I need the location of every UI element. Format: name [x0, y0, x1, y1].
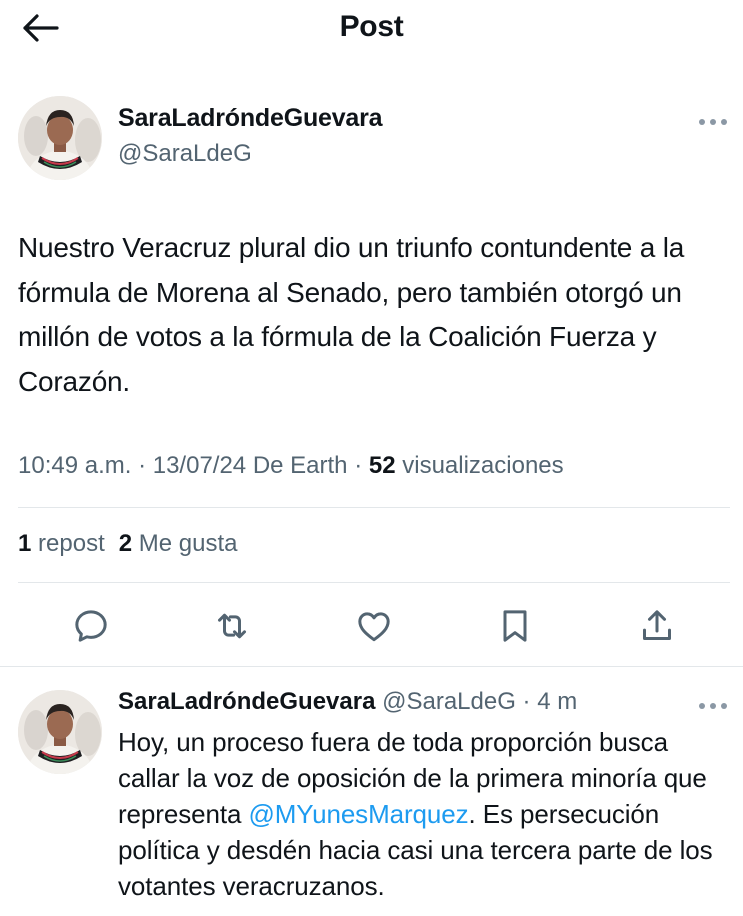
heart-icon — [358, 612, 390, 642]
reposts-label: repost — [31, 530, 105, 557]
likes-count: 2 — [118, 530, 133, 557]
reply-author-name[interactable]: SaraLadróndeGuevara — [118, 688, 375, 715]
post-text: Nuestro Veracruz plural dio un triunfo c… — [18, 232, 685, 397]
repost-button[interactable] — [210, 604, 254, 648]
action-bar — [0, 596, 743, 656]
reply-avatar[interactable] — [18, 690, 102, 774]
divider — [18, 507, 730, 508]
bookmark-button[interactable] — [493, 604, 537, 648]
views-label: visualizaciones — [395, 452, 564, 479]
avatar[interactable] — [18, 96, 102, 180]
divider — [0, 666, 743, 667]
post-meta: 10:49 a.m. · 13/07/24 De Earth · 52 visu… — [18, 452, 564, 480]
page-title: Post — [339, 10, 404, 43]
post-timestamp[interactable]: 10:49 a.m. · 13/07/24 De Earth · — [18, 452, 369, 479]
likes-stat[interactable]: 2 Me gusta — [119, 530, 238, 557]
reply-header: SaraLadróndeGuevara @SaraLdeG · 4 m — [118, 688, 577, 716]
divider — [18, 582, 730, 583]
reply-more-options-button[interactable] — [696, 696, 730, 716]
more-options-button[interactable] — [696, 112, 730, 132]
views-count: 52 — [368, 452, 396, 479]
bookmark-icon — [503, 610, 527, 642]
reply-button[interactable] — [69, 604, 113, 648]
engagement-stats: 1 repost 2 Me gusta — [18, 530, 251, 558]
reply-text: Hoy, un proceso fuera de toda proporción… — [118, 724, 733, 904]
reply-icon — [75, 610, 107, 642]
share-button[interactable] — [635, 604, 679, 648]
like-button[interactable] — [352, 604, 396, 648]
mention-link[interactable]: @MYunesMarquez — [248, 799, 468, 829]
more-horizontal-icon — [699, 703, 727, 709]
reposts-stat[interactable]: 1 repost — [18, 530, 105, 557]
reposts-count: 1 — [18, 530, 32, 557]
share-icon — [643, 610, 671, 640]
author-name[interactable]: SaraLadróndeGuevara — [118, 104, 383, 133]
author-handle[interactable]: @SaraLdeG — [118, 140, 252, 168]
more-horizontal-icon — [699, 119, 727, 125]
top-bar: Post — [0, 0, 743, 56]
likes-label: Me gusta — [132, 530, 238, 557]
reply-meta: @SaraLdeG · 4 m — [375, 688, 578, 715]
repost-icon — [218, 613, 246, 639]
